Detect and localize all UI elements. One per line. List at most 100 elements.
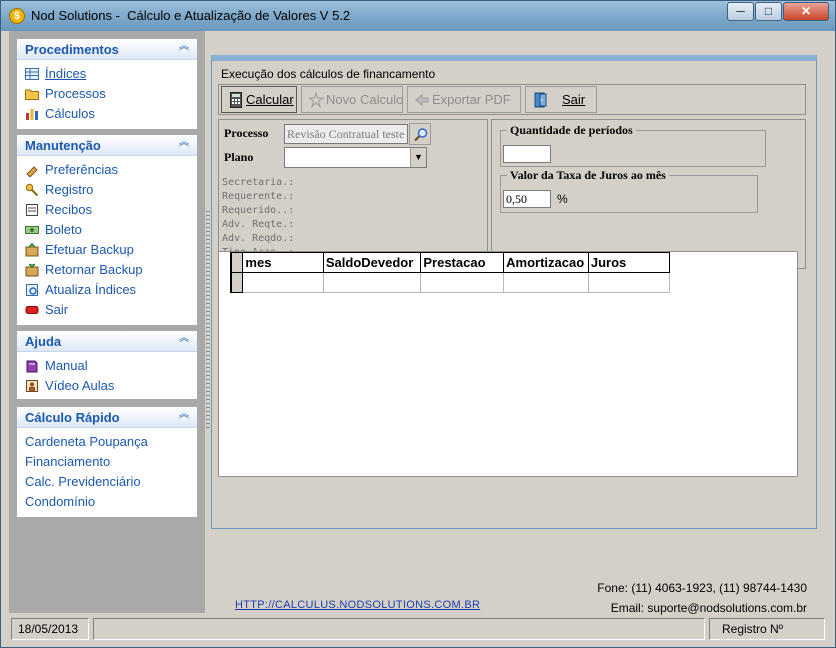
tools-icon: [26, 166, 38, 177]
sidebar-item-label: Manual: [45, 358, 88, 373]
sidebar-item-preferencias[interactable]: Preferências: [17, 160, 197, 180]
group-procedimentos: Procedimentos ︽ Índices Processos Cálcul…: [17, 39, 197, 129]
group-header-ajuda[interactable]: Ajuda ︽: [17, 331, 197, 352]
group-title: Procedimentos: [25, 42, 119, 57]
novo-calculo-button[interactable]: Novo Calculo: [301, 86, 403, 113]
sidebar-item-label: Processos: [45, 86, 106, 101]
detail-requerente: Requerente.:: [222, 191, 295, 202]
exportar-pdf-button[interactable]: Exportar PDF: [407, 86, 521, 113]
money-icon: [25, 226, 39, 234]
results-grid-area[interactable]: mes SaldoDevedor Prestacao Amortizacao J…: [218, 251, 798, 477]
parametros-panel: Quantidade de períodos Valor da Taxa de …: [491, 119, 806, 269]
grid-cell[interactable]: [503, 272, 589, 293]
website-link[interactable]: HTTP://CALCULUS.NODSOLUTIONS.COM.BR: [235, 599, 480, 611]
sidebar-item-label: Recibos: [45, 202, 92, 217]
sidebar-item-label: Boleto: [45, 222, 82, 237]
column-header-amortizacao[interactable]: Amortizacao: [503, 252, 589, 273]
taxa-input[interactable]: 0,50: [503, 190, 551, 208]
grid-cell[interactable]: [420, 272, 505, 293]
results-grid[interactable]: mes SaldoDevedor Prestacao Amortizacao J…: [230, 252, 671, 293]
column-header-mes[interactable]: mes: [242, 252, 324, 273]
sidebar-item-atualiza-indices[interactable]: Atualiza Índices: [17, 280, 197, 300]
processo-search-button[interactable]: [409, 123, 431, 145]
sidebar-item-label: Preferências: [45, 162, 118, 177]
sidebar-item-label: Índices: [45, 66, 87, 81]
status-bar: 18/05/2013 Registro Nº: [9, 615, 829, 643]
detail-requerido: Requerido..:: [222, 205, 295, 216]
sidebar-item-indices[interactable]: Índices: [17, 64, 197, 84]
sidebar-item-calculos[interactable]: Cálculos: [17, 104, 197, 124]
title-bar[interactable]: $ Nod Solutions - Cálculo e Atualização …: [1, 1, 835, 31]
chevron-down-icon[interactable]: ▼: [410, 148, 426, 167]
group-calculo-rapido: Cálculo Rápido ︽ Cardeneta Poupança Fina…: [17, 407, 197, 517]
sidebar-item-retornar-backup[interactable]: Retornar Backup: [17, 260, 197, 280]
sair-button[interactable]: Sair: [525, 86, 597, 113]
processo-field[interactable]: Revisão Contratual teste: [284, 124, 408, 144]
sidebar-item-video-aulas[interactable]: Vídeo Aulas: [17, 376, 197, 396]
contact-email: Email: suporte@nodsolutions.com.br: [610, 601, 807, 615]
group-title: Ajuda: [25, 334, 62, 349]
dollar-coin-icon: $: [9, 8, 25, 24]
taxa-unit: %: [557, 192, 568, 206]
backup-box-icon: [25, 243, 39, 257]
window-title: Nod Solutions - Cálculo e Atualização de…: [31, 8, 351, 23]
form-toolbar: Calcular Novo Calculo Exportar PDF Sair: [218, 84, 806, 115]
plano-select[interactable]: ▼: [284, 147, 427, 168]
sidebar-item-condominio[interactable]: Condomínio: [17, 492, 197, 512]
column-header-juros[interactable]: Juros: [587, 252, 671, 273]
column-header-prestacao[interactable]: Prestacao: [420, 252, 505, 273]
row-indicator: [230, 272, 244, 293]
grid-cell[interactable]: [322, 272, 422, 293]
receipt-icon: [26, 204, 38, 216]
quantidade-input[interactable]: [503, 145, 551, 163]
update-icon: [26, 284, 38, 296]
sidebar-item-boleto[interactable]: Boleto: [17, 220, 197, 240]
status-registro: Registro Nº: [709, 618, 825, 640]
close-button[interactable]: ✕: [783, 2, 829, 21]
table-row[interactable]: [230, 272, 671, 293]
taxa-group: Valor da Taxa de Juros ao mês 0,50 %: [500, 168, 758, 213]
sidebar-item-cardeneta-poupanca[interactable]: Cardeneta Poupança: [17, 432, 197, 452]
sidebar-item-sair[interactable]: Sair: [17, 300, 197, 320]
calcular-button[interactable]: Calcular: [221, 86, 297, 113]
grid-corner: [230, 252, 244, 273]
sidebar-item-registro[interactable]: Registro: [17, 180, 197, 200]
sidebar-item-recibos[interactable]: Recibos: [17, 200, 197, 220]
collapse-chevron-icon[interactable]: ︽: [178, 138, 190, 150]
grid-header-row: mes SaldoDevedor Prestacao Amortizacao J…: [230, 252, 671, 273]
sidebar-item-efetuar-backup[interactable]: Efetuar Backup: [17, 240, 197, 260]
sidebar-item-processos[interactable]: Processos: [17, 84, 197, 104]
minimize-button[interactable]: ─: [727, 2, 754, 21]
grid-cell[interactable]: [242, 272, 324, 293]
grid-cell[interactable]: [587, 272, 671, 293]
novo-calculo-label: Novo Calculo: [326, 92, 404, 107]
exportar-pdf-label: Exportar PDF: [432, 92, 511, 107]
maximize-button[interactable]: □: [755, 2, 782, 21]
video-icon: [26, 380, 38, 392]
sidebar-item-calc-previdenciario[interactable]: Calc. Previdenciário: [17, 472, 197, 492]
detail-adv-reqdo: Adv. Reqdo.:: [222, 233, 295, 244]
form-caption: Execução dos cálculos de financamento: [221, 67, 436, 81]
group-header-calculo-rapido[interactable]: Cálculo Rápido ︽: [17, 407, 197, 428]
magnifier-icon: [414, 128, 428, 142]
sidebar-item-label: Cálculos: [45, 106, 95, 121]
column-header-saldo-devedor[interactable]: SaldoDevedor: [322, 252, 422, 273]
financing-form: Execução dos cálculos de financamento Ca…: [211, 55, 817, 529]
collapse-chevron-icon[interactable]: ︽: [178, 42, 190, 54]
collapse-chevron-icon[interactable]: ︽: [178, 410, 190, 422]
group-header-procedimentos[interactable]: Procedimentos ︽: [17, 39, 197, 60]
collapse-chevron-icon[interactable]: ︽: [178, 334, 190, 346]
sidebar-item-financiamento[interactable]: Financiamento: [17, 452, 197, 472]
exit-icon: [25, 306, 39, 314]
group-ajuda: Ajuda ︽ Manual Vídeo Aulas: [17, 331, 197, 399]
group-manutencao: Manutenção ︽ Preferências Registro Recib…: [17, 135, 197, 325]
group-title: Manutenção: [25, 138, 101, 153]
processo-label: Processo: [224, 126, 269, 140]
quantidade-label: Quantidade de períodos: [507, 123, 636, 138]
folder-icon: [25, 89, 39, 100]
group-header-manutencao[interactable]: Manutenção ︽: [17, 135, 197, 156]
sidebar-item-manual[interactable]: Manual: [17, 356, 197, 376]
restore-box-icon: [25, 263, 39, 277]
sidebar-item-label: Retornar Backup: [45, 262, 143, 277]
table-icon: [25, 68, 39, 80]
